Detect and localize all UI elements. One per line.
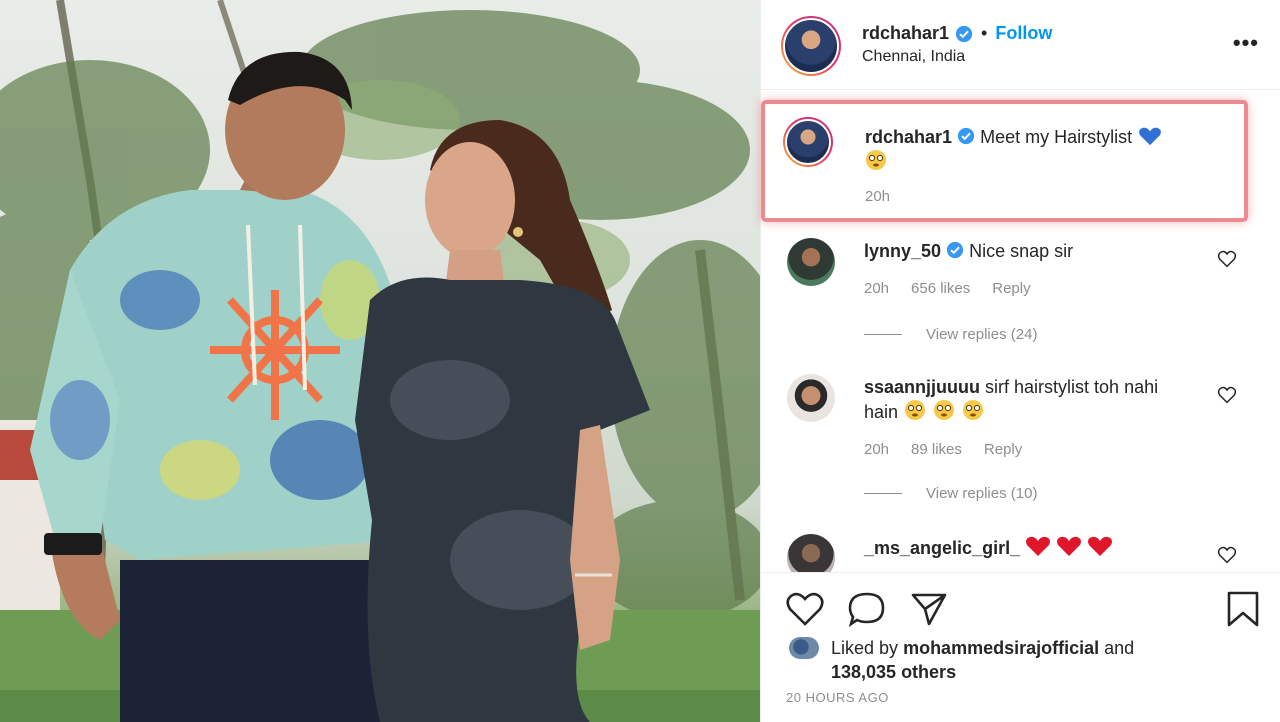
author-avatar-ring[interactable] bbox=[781, 16, 841, 76]
post-caption: rdchahar1 Meet my Hairstylist 20h bbox=[783, 117, 1243, 217]
replies-divider bbox=[864, 493, 902, 494]
comment-time: 20h bbox=[864, 441, 890, 458]
author-avatar[interactable] bbox=[783, 18, 839, 74]
follow-button[interactable]: Follow bbox=[995, 23, 1052, 44]
caption-avatar[interactable] bbox=[785, 119, 831, 165]
post-photo bbox=[0, 0, 760, 722]
comment-username[interactable]: ssaannjjuuuu bbox=[864, 377, 980, 397]
post-timestamp[interactable]: 20 HOURS AGO bbox=[786, 690, 889, 705]
view-replies-button[interactable]: View replies (24) bbox=[864, 326, 1037, 343]
flushed-face-icon bbox=[905, 400, 926, 420]
comment-username[interactable]: _ms_angelic_girl_ bbox=[864, 538, 1020, 558]
comment-text-block: lynny_50 Nice snap sir bbox=[864, 239, 1194, 263]
post-header: rdchahar1 • Follow Chennai, India ••• bbox=[761, 0, 1280, 90]
liked-by-text: Liked by mohammedsirajofficial and 138,0… bbox=[831, 636, 1134, 684]
paper-plane-icon[interactable] bbox=[909, 591, 949, 627]
comment-time: 20h bbox=[864, 280, 890, 297]
photo-illustration bbox=[0, 0, 760, 722]
caption-text-block: rdchahar1 Meet my Hairstylist bbox=[865, 125, 1235, 174]
caption-text: Meet my Hairstylist bbox=[980, 127, 1133, 147]
liked-by-connector: and bbox=[1104, 638, 1135, 658]
comment-bubble-icon[interactable] bbox=[847, 591, 887, 627]
heart-outline-icon[interactable] bbox=[785, 591, 825, 627]
caption-avatar-ring[interactable] bbox=[783, 117, 833, 167]
bookmark-icon[interactable] bbox=[1223, 591, 1263, 627]
post-actions: Liked by mohammedsirajofficial and 138,0… bbox=[761, 572, 1280, 722]
commenter-avatar[interactable] bbox=[787, 534, 835, 572]
comment-like-icon[interactable] bbox=[1217, 386, 1237, 404]
liked-by-user[interactable]: mohammedsirajofficial bbox=[903, 638, 1099, 658]
comment-likes-count[interactable]: 656 likes bbox=[911, 280, 970, 297]
separator-dot: • bbox=[981, 23, 988, 43]
reply-button[interactable]: Reply bbox=[984, 441, 1022, 458]
verified-badge-icon bbox=[957, 127, 975, 145]
liked-by-count[interactable]: 138,035 others bbox=[831, 662, 956, 682]
comment-meta: 20h 89 likes Reply bbox=[864, 441, 1022, 458]
flushed-face-icon bbox=[963, 400, 984, 420]
reply-button[interactable]: Reply bbox=[992, 280, 1030, 297]
author-line: rdchahar1 • Follow bbox=[862, 23, 1052, 44]
flushed-face-icon bbox=[934, 400, 955, 420]
caption-username[interactable]: rdchahar1 bbox=[865, 127, 952, 147]
liked-by-prefix: Liked by bbox=[831, 638, 899, 658]
comment-text-block: _ms_angelic_girl_ bbox=[864, 535, 1194, 560]
comment-item: _ms_angelic_girl_ bbox=[761, 532, 1280, 572]
post-location[interactable]: Chennai, India bbox=[862, 48, 965, 66]
commenter-avatar[interactable] bbox=[787, 238, 835, 286]
post-panel: rdchahar1 • Follow Chennai, India ••• rd… bbox=[760, 0, 1280, 722]
view-replies-button[interactable]: View replies (10) bbox=[864, 485, 1037, 502]
flushed-face-icon bbox=[866, 150, 886, 170]
caption-time: 20h bbox=[865, 188, 891, 205]
comment-text: Nice snap sir bbox=[969, 241, 1074, 261]
comment-text-block: ssaannjjuuuu sirf hairstylist toh nahi h… bbox=[864, 375, 1194, 424]
comment-like-icon[interactable] bbox=[1217, 250, 1237, 268]
comment-likes-count[interactable]: 89 likes bbox=[911, 441, 962, 458]
comment-username[interactable]: lynny_50 bbox=[864, 241, 941, 261]
liked-by-avatar[interactable] bbox=[789, 637, 819, 659]
view-replies-label[interactable]: View replies (24) bbox=[926, 326, 1037, 343]
replies-divider bbox=[864, 334, 902, 335]
red-heart-icon bbox=[1026, 536, 1051, 556]
blue-heart-icon bbox=[1139, 127, 1162, 146]
comment-meta: 20h 656 likes Reply bbox=[864, 280, 1031, 297]
more-options-icon[interactable]: ••• bbox=[1233, 30, 1259, 56]
view-replies-label[interactable]: View replies (10) bbox=[926, 485, 1037, 502]
red-heart-icon bbox=[1088, 536, 1113, 556]
verified-badge-icon bbox=[955, 25, 973, 42]
red-heart-icon bbox=[1057, 536, 1082, 556]
commenter-avatar[interactable] bbox=[787, 374, 835, 422]
verified-badge-icon bbox=[946, 241, 964, 259]
comment-like-icon[interactable] bbox=[1217, 546, 1237, 564]
author-username[interactable]: rdchahar1 bbox=[862, 23, 949, 44]
